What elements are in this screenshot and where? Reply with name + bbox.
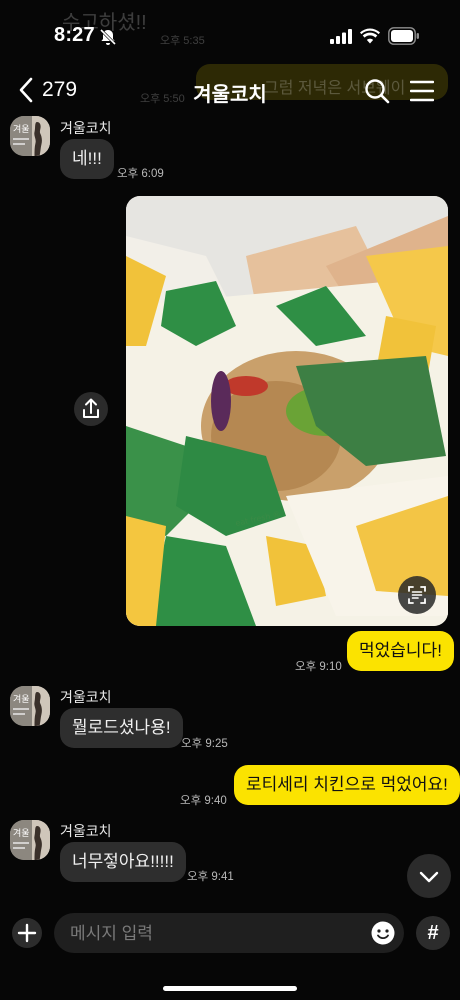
message-time: 오후 9:40: [180, 795, 227, 807]
incoming-message-bubble[interactable]: 너무젛아요!!!!!: [60, 842, 186, 882]
scan-text-icon: [408, 586, 426, 604]
sender-name: 겨울코치: [60, 120, 112, 136]
incoming-message-bubble[interactable]: 네!!!: [60, 139, 114, 179]
sender-avatar[interactable]: 겨울: [10, 686, 50, 726]
ghost-time-top: 오후 5:35: [160, 35, 205, 47]
battery-icon: [388, 27, 419, 45]
attach-button[interactable]: [12, 918, 42, 948]
sender-avatar[interactable]: 겨울: [10, 820, 50, 860]
chevron-down-icon: [419, 871, 439, 883]
wifi-icon: [360, 28, 380, 44]
emoji-icon[interactable]: [370, 920, 396, 946]
svg-text:겨울: 겨울: [13, 694, 30, 705]
svg-text:겨울: 겨울: [13, 124, 30, 135]
scroll-to-bottom-button[interactable]: [407, 854, 451, 898]
incoming-message-bubble[interactable]: 뭘로드셨나용!: [60, 708, 183, 748]
message-input-container: [54, 913, 404, 955]
sender-name: 겨울코치: [60, 823, 112, 839]
menu-icon[interactable]: [410, 80, 434, 102]
message-input[interactable]: [68, 913, 362, 955]
share-icon: [83, 398, 99, 418]
cellular-signal-icon: [330, 29, 352, 44]
outgoing-message-bubble[interactable]: 먹었습니다!: [347, 631, 454, 671]
message-time: 오후 9:10: [295, 661, 342, 673]
message-time: 오후 9:41: [187, 871, 234, 883]
search-icon[interactable]: [364, 78, 390, 104]
outgoing-message-bubble[interactable]: 로티세리 치킨으로 먹었어요!: [234, 765, 460, 805]
hashtag-search-button[interactable]: #: [416, 916, 450, 950]
plus-icon: [17, 923, 37, 943]
sandwich-photo[interactable]: eat fresh ®: [126, 196, 448, 626]
svg-text:겨울: 겨울: [13, 828, 30, 839]
home-indicator: [163, 986, 297, 991]
sender-avatar[interactable]: 겨울: [10, 116, 50, 156]
silent-bell-icon: [99, 28, 117, 46]
message-time: 오후 9:25: [181, 738, 228, 750]
message-time: 오후 6:09: [117, 168, 164, 180]
chat-title: 겨울코치: [193, 84, 267, 106]
share-button[interactable]: [74, 392, 108, 426]
text-scan-button[interactable]: [398, 576, 436, 614]
status-time: 8:27: [54, 24, 95, 46]
sender-name: 겨울코치: [60, 689, 112, 705]
